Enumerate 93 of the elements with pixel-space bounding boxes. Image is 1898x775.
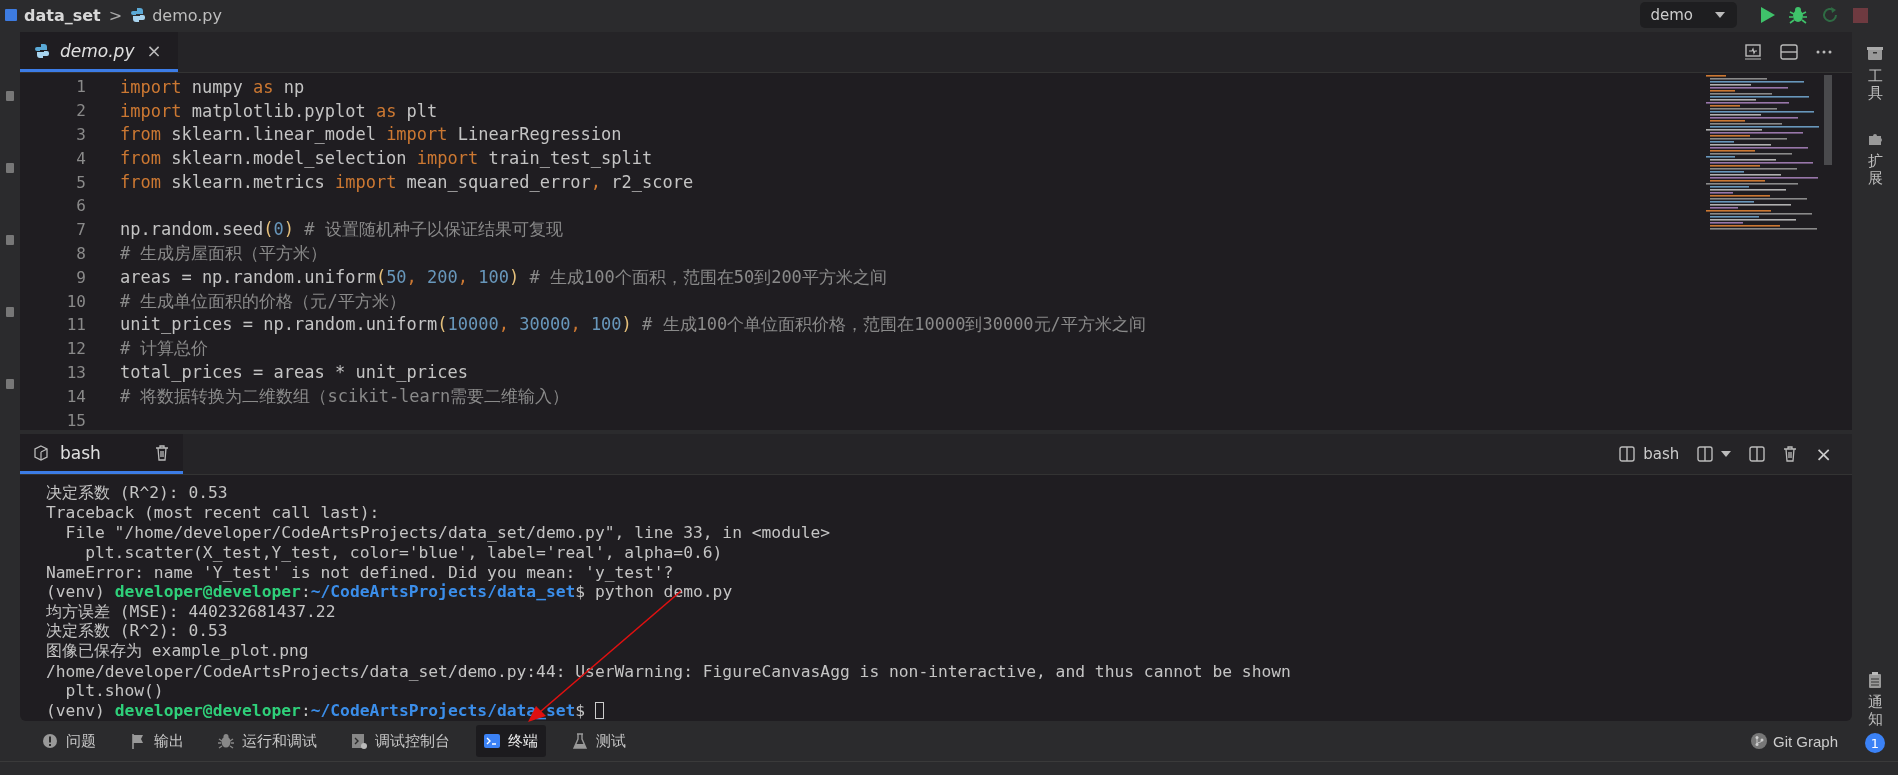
code-line: unit_prices = np.random.uniform(10000, 30000, 100) # 生成100个单位面积价格，范围在10000到30000元/平方米之间 xyxy=(120,313,1146,337)
info-icon xyxy=(42,733,58,749)
sidebar-icon[interactable] xyxy=(5,378,15,390)
clipboard-icon[interactable] xyxy=(1867,672,1883,688)
python-icon xyxy=(130,7,147,23)
caret-icon xyxy=(1721,451,1732,457)
run-config-dropdown[interactable]: demo xyxy=(1640,2,1737,28)
line-number: 8 xyxy=(75,243,87,263)
close-button[interactable]: × xyxy=(1815,442,1832,466)
code-line: from sklearn.linear_model import LinearRegression xyxy=(120,124,622,145)
split-icon[interactable] xyxy=(1749,446,1766,462)
code-line: areas = np.random.uniform(50, 200, 100) # 生成100个面积，范围在50到200平方米之间 xyxy=(120,265,887,289)
code-line: # 生成房屋面积（平方米） xyxy=(120,241,328,265)
preview-icon[interactable] xyxy=(1744,43,1762,61)
git-graph-button[interactable]: Git Graph xyxy=(1750,732,1852,750)
flag-icon xyxy=(130,733,146,749)
python-icon xyxy=(34,42,50,59)
more-icon[interactable] xyxy=(1816,50,1832,54)
sidebar-icon[interactable] xyxy=(5,162,15,174)
line-number: 14 xyxy=(65,386,87,406)
split-icon xyxy=(1619,446,1636,462)
line-number: 13 xyxy=(65,362,87,382)
folder-icon xyxy=(4,7,18,23)
code-line: import matplotlib.pyplot as plt xyxy=(120,100,438,121)
panel-tab[interactable]: 终端 xyxy=(476,725,546,757)
flask-icon xyxy=(572,733,588,749)
line-number: 1 xyxy=(75,77,87,97)
panel-tab[interactable]: 输出 xyxy=(122,725,192,757)
panel-tab[interactable]: 测试 xyxy=(564,725,634,757)
sidebar-icon[interactable] xyxy=(5,306,15,318)
branch-icon xyxy=(1750,733,1767,749)
cube-icon xyxy=(34,444,48,461)
split-icon xyxy=(1697,446,1714,462)
line-number: 5 xyxy=(75,172,87,192)
terminal-line: Traceback (most recent call last): xyxy=(46,503,380,523)
line-number: 11 xyxy=(65,315,87,335)
line-number: 12 xyxy=(65,339,87,359)
terminal-line: 图像已保存为 example_plot.png xyxy=(46,640,309,663)
sidebar-label[interactable]: 扩展 xyxy=(1867,153,1883,186)
line-number: 2 xyxy=(75,101,87,121)
line-number: 15 xyxy=(65,410,87,430)
toolbox-icon[interactable] xyxy=(1867,46,1883,62)
terminal-line: File "/home/developer/CodeArtsProjects/data_set/demo.py", line 33, in <module> xyxy=(64,523,831,542)
terminal-line: plt.scatter(X_test,Y_test, color='blue', label='real', alpha=0.6) xyxy=(84,542,723,562)
panel-tab[interactable]: 调试控制台 xyxy=(343,725,458,757)
terminal-tab[interactable]: bash xyxy=(20,434,183,474)
breadcrumb-item[interactable]: data_set xyxy=(24,5,101,25)
bug-icon[interactable] xyxy=(1789,6,1807,24)
minimap-drawing[interactable] xyxy=(1706,75,1822,233)
line-number: 9 xyxy=(75,267,87,287)
code-line: import numpy as np xyxy=(120,76,305,97)
scrollbar[interactable] xyxy=(1824,75,1832,165)
code-line: # 将数据转换为二维数组（scikit-learn需要二维输入） xyxy=(120,384,570,408)
breadcrumb-item[interactable]: demo.py xyxy=(152,5,222,25)
code-line: total_prices = areas * unit_prices xyxy=(120,362,468,383)
line-number: 3 xyxy=(75,125,87,144)
bug-icon xyxy=(218,733,234,749)
new-terminal-dropdown[interactable] xyxy=(1697,446,1732,462)
editor-tab[interactable]: demo.py × xyxy=(20,32,178,72)
panel-tab[interactable]: 问题 xyxy=(34,725,104,757)
caret-icon xyxy=(1715,12,1725,18)
code-line: # 计算总价 xyxy=(120,337,209,361)
line-number: 6 xyxy=(75,196,87,216)
console-icon xyxy=(351,733,367,749)
restart-icon[interactable] xyxy=(1821,6,1839,24)
breadcrumb-separator: > xyxy=(108,5,123,25)
code-line: # 生成单位面积的价格（元/平方米） xyxy=(120,289,406,313)
puzzle-icon[interactable] xyxy=(1867,131,1883,147)
terminal-line: plt.show() xyxy=(64,681,164,701)
line-number: 10 xyxy=(65,291,87,311)
trash-icon[interactable] xyxy=(155,444,169,461)
line-number: 7 xyxy=(75,220,87,240)
terminal-line: 决定系数 (R^2): 0.53 xyxy=(46,481,228,504)
sidebar-label[interactable]: 工具 xyxy=(1867,68,1883,101)
sidebar-icon[interactable] xyxy=(5,90,15,102)
close-button[interactable]: × xyxy=(144,40,164,61)
shell-button[interactable]: bash xyxy=(1619,445,1680,463)
line-number: 4 xyxy=(75,148,87,168)
trash-icon[interactable] xyxy=(1783,446,1798,462)
split-icon[interactable] xyxy=(1780,44,1798,60)
run-icon[interactable] xyxy=(1761,7,1775,23)
terminal-icon xyxy=(484,733,500,749)
sidebar-icon[interactable] xyxy=(5,234,15,246)
panel-tab[interactable]: 运行和调试 xyxy=(210,725,325,757)
notification-badge: 1 xyxy=(1865,733,1885,753)
terminal-line: 决定系数 (R^2): 0.53 xyxy=(46,620,228,643)
terminal-line: 均方误差 (MSE): 440232681437.22 xyxy=(46,601,336,622)
terminal-line: (venv) developer@developer:~/CodeArtsProjects/data_set$ python demo.py xyxy=(46,582,733,602)
sidebar-label[interactable]: 通知 xyxy=(1867,694,1883,727)
code-line: np.random.seed(0) # 设置随机种子以保证结果可复现 xyxy=(120,218,563,242)
code-line: from sklearn.metrics import mean_squared_error, r2_score xyxy=(120,172,694,193)
code-line: from sklearn.model_selection import train_test_split xyxy=(120,148,653,169)
terminal-line: NameError: name 'Y_test' is not defined. Did you mean: 'y_test'? xyxy=(46,562,674,582)
